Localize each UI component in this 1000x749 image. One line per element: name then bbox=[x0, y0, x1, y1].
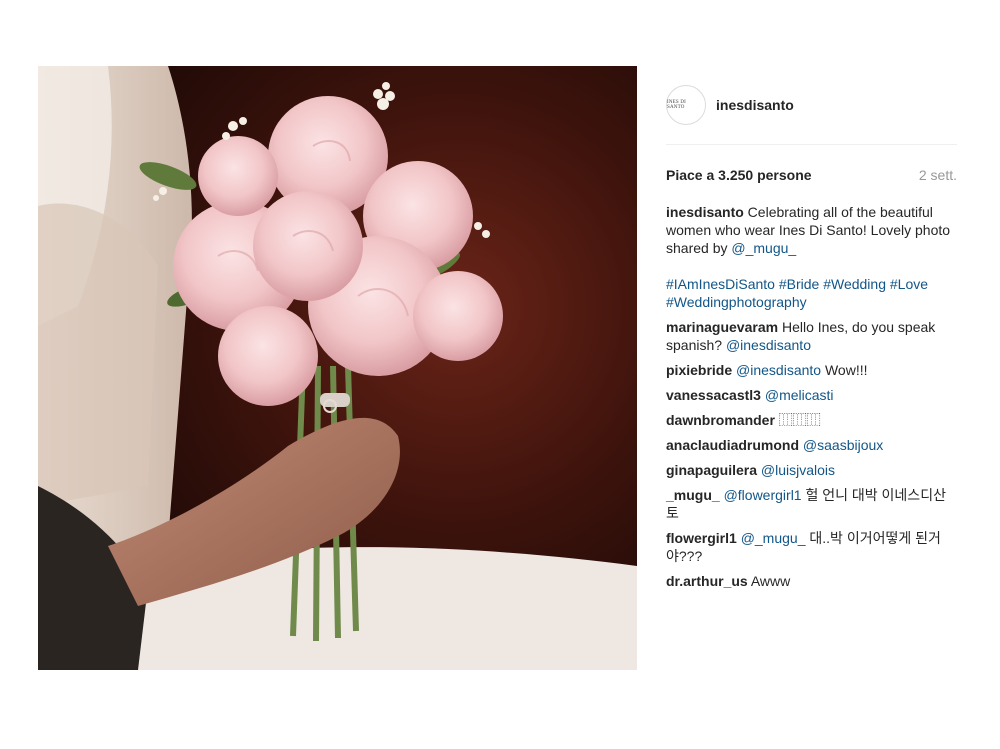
comment-item: anaclaudiadrumond @saasbijoux bbox=[666, 436, 957, 454]
comment-mention[interactable]: @flowergirl1 bbox=[724, 487, 802, 503]
comment-text: Awww bbox=[747, 573, 791, 589]
comment-username[interactable]: flowergirl1 bbox=[666, 530, 737, 546]
comment-mention[interactable]: @inesdisanto bbox=[726, 337, 811, 353]
comment-text: ⿲⿲⿲ bbox=[774, 412, 821, 428]
comment-username[interactable]: ginapaguilera bbox=[666, 462, 757, 478]
likes-count[interactable]: Piace a 3.250 persone bbox=[666, 167, 812, 183]
comment-mention[interactable]: @saasbijoux bbox=[803, 437, 883, 453]
post-date[interactable]: 2 sett. bbox=[919, 167, 957, 183]
comment-item: marinaguevaram Hello Ines, do you speak … bbox=[666, 318, 957, 354]
comment-username[interactable]: anaclaudiadrumond bbox=[666, 437, 799, 453]
comment-item: ginapaguilera @luisjvalois bbox=[666, 461, 957, 479]
avatar[interactable]: INES DI SANTO bbox=[666, 85, 706, 125]
comment-mention[interactable]: @melicasti bbox=[765, 387, 834, 403]
comment-username[interactable]: dawnbromander bbox=[666, 412, 775, 428]
comment-item: vanessacastl3 @melicasti bbox=[666, 386, 957, 404]
post-sidebar: INES DI SANTO inesdisanto Piace a 3.250 … bbox=[666, 84, 957, 590]
caption-username[interactable]: inesdisanto bbox=[666, 204, 744, 220]
comment-username[interactable]: vanessacastl3 bbox=[666, 387, 761, 403]
comment-mention[interactable]: @_mugu_ bbox=[741, 530, 806, 546]
comment-username[interactable]: dr.arthur_us bbox=[666, 573, 748, 589]
caption: inesdisanto Celebrating all of the beaut… bbox=[666, 203, 957, 311]
bride-bouquet-image bbox=[38, 66, 637, 670]
caption-hashtags[interactable]: #IAmInesDiSanto #Bride #Wedding #Love #W… bbox=[666, 275, 957, 311]
post-header: INES DI SANTO inesdisanto bbox=[666, 84, 957, 145]
comment-item: _mugu_ @flowergirl1 헐 언니 대박 이네스디산토 bbox=[666, 486, 957, 522]
comment-mention[interactable]: @luisjvalois bbox=[761, 462, 835, 478]
comment-item: flowergirl1 @_mugu_ 대..박 이거어떻게 된거야??? bbox=[666, 529, 957, 565]
comment-item: pixiebride @inesdisanto Wow!!! bbox=[666, 361, 957, 379]
post-photo[interactable] bbox=[38, 66, 637, 670]
comment-username[interactable]: _mugu_ bbox=[666, 487, 720, 503]
comment-item: dawnbromander ⿲⿲⿲ bbox=[666, 411, 957, 429]
comment-mention[interactable]: @inesdisanto bbox=[736, 362, 821, 378]
comments-list: marinaguevaram Hello Ines, do you speak … bbox=[666, 318, 957, 590]
caption-mention[interactable]: @_mugu_ bbox=[731, 240, 796, 256]
comment-item: dr.arthur_us Awww bbox=[666, 572, 957, 590]
header-username[interactable]: inesdisanto bbox=[716, 97, 794, 113]
comment-username[interactable]: marinaguevaram bbox=[666, 319, 778, 335]
comment-username[interactable]: pixiebride bbox=[666, 362, 732, 378]
comment-text-after: Wow!!! bbox=[821, 362, 868, 378]
likes-row: Piace a 3.250 persone 2 sett. bbox=[666, 167, 957, 183]
